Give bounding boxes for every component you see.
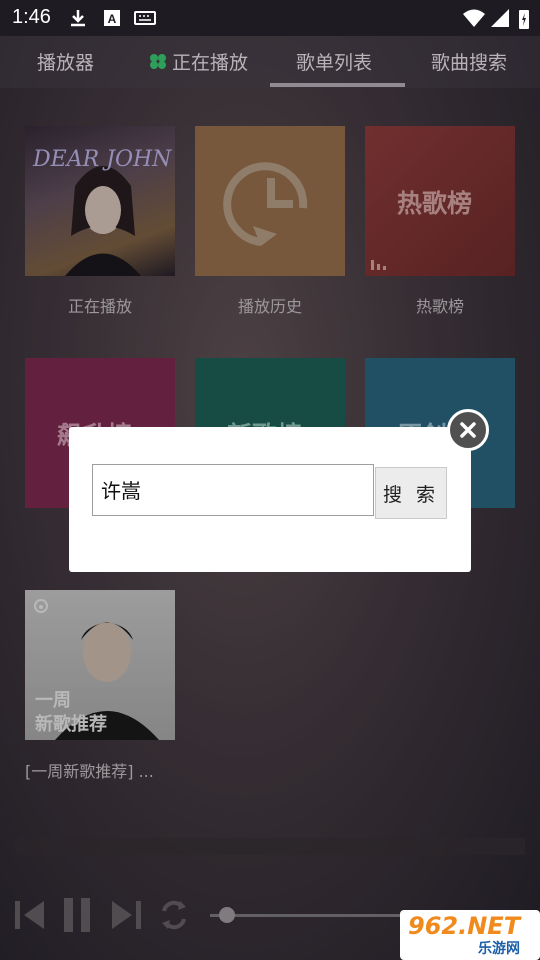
watermark-brand: 962.NET	[408, 912, 521, 940]
clover-icon	[150, 54, 166, 69]
status-time: 1:46	[12, 6, 51, 28]
wifi-icon	[463, 9, 485, 27]
active-tab-indicator	[270, 83, 405, 87]
tab-player[interactable]: 播放器	[37, 48, 94, 75]
tab-now-playing[interactable]: 正在播放	[148, 48, 248, 75]
search-input[interactable]	[93, 465, 369, 513]
signal-icon	[491, 9, 509, 27]
search-input-container[interactable]	[92, 464, 374, 516]
watermark-sub: 乐游网	[478, 941, 520, 957]
keyboard-icon	[134, 11, 156, 25]
battery-charging-icon	[519, 10, 529, 29]
close-icon	[460, 422, 476, 438]
tab-now-playing-label: 正在播放	[172, 52, 249, 74]
close-dialog-button[interactable]	[447, 409, 489, 451]
download-icon	[71, 10, 85, 27]
watermark-logo: 962.NET 乐游网	[400, 910, 540, 960]
status-bar: 1:46 A	[0, 0, 540, 36]
search-dialog: 搜 索	[69, 427, 471, 572]
svg-text:A: A	[108, 12, 117, 26]
search-button[interactable]: 搜 索	[375, 467, 447, 519]
tab-playlists[interactable]: 歌单列表	[296, 48, 372, 75]
top-tab-bar: 播放器 正在播放 歌单列表 歌曲搜索	[0, 36, 540, 88]
keyboard-a-icon: A	[104, 10, 120, 26]
tab-song-search[interactable]: 歌曲搜索	[431, 48, 507, 75]
